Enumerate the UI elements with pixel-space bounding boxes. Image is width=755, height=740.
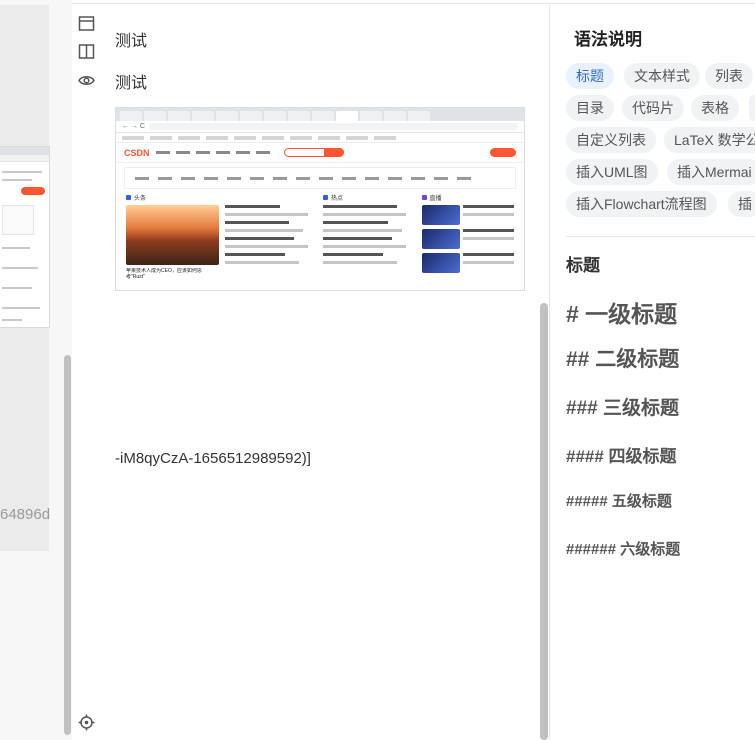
toggle-editor-icon[interactable] <box>78 15 95 32</box>
tag-insert-more[interactable]: 插 <box>728 191 755 217</box>
sync-scroll-target-icon[interactable] <box>78 714 95 731</box>
preview-paragraph: 测试 <box>115 33 148 50</box>
editor-scrollbar[interactable] <box>64 355 71 735</box>
tag-overflow[interactable] <box>749 95 755 121</box>
heading-example-6: ###### 六级标题 <box>566 541 681 558</box>
tag-latex[interactable]: LaTeX 数学公 <box>664 127 755 153</box>
preview-eye-icon[interactable] <box>78 72 95 89</box>
tag-text-style[interactable]: 文本样式 <box>624 63 700 89</box>
tag-code[interactable]: 代码片 <box>622 95 684 121</box>
tag-uml[interactable]: 插入UML图 <box>566 159 658 185</box>
split-view-icon[interactable] <box>78 43 95 60</box>
csdn-logo: CSDN <box>124 147 150 158</box>
editor-text-fragment: 64896d <box>0 506 51 523</box>
view-toolbar <box>72 5 102 740</box>
heading-example-2: ## 二级标题 <box>566 348 680 371</box>
preview-paragraph: 测试 <box>115 75 148 92</box>
heading-example-1: # 一级标题 <box>566 301 678 327</box>
syntax-help-panel: 语法说明 标题 文本样式 列表 目录 代码片 表格 自定义列表 LaTeX 数学… <box>550 5 755 740</box>
heading-example-5: ##### 五级标题 <box>566 493 672 510</box>
help-title: 语法说明 <box>574 30 642 49</box>
help-separator <box>566 236 755 237</box>
headline-image <box>126 205 219 265</box>
tag-headings[interactable]: 标题 <box>566 63 614 89</box>
top-border <box>0 0 755 4</box>
tag-flowchart[interactable]: 插入Flowchart流程图 <box>566 191 717 217</box>
tag-toc[interactable]: 目录 <box>566 95 614 121</box>
preview-embedded-screenshot: ← → C CSDN 头条 苹果技术人成为CEO，应该如何思考"Rust" 热点… <box>115 107 525 291</box>
tag-table[interactable]: 表格 <box>691 95 739 121</box>
section-title: 标题 <box>566 256 600 275</box>
heading-example-3: ### 三级标题 <box>566 398 679 419</box>
heading-example-4: #### 四级标题 <box>566 447 677 466</box>
tag-custom-list[interactable]: 自定义列表 <box>566 127 656 153</box>
editor-pane[interactable]: 64896d <box>0 0 72 740</box>
preview-pane[interactable]: 测试 测试 ← → C CSDN 头条 苹果技术人成为CEO，应该如何思考"Ru… <box>102 5 549 740</box>
markdown-editor-window: 64896d 测试 测试 ← → C CSDN 头条 苹果技术人成为CEO，应该… <box>0 0 755 740</box>
preview-scrollbar[interactable] <box>540 303 548 740</box>
tag-lists[interactable]: 列表 <box>705 63 753 89</box>
tag-mermaid[interactable]: 插入Mermai <box>667 159 755 185</box>
preview-text-fragment: -iM8qyCzA-1656512989592)] <box>115 450 311 467</box>
editor-image-thumbnail <box>0 146 50 328</box>
